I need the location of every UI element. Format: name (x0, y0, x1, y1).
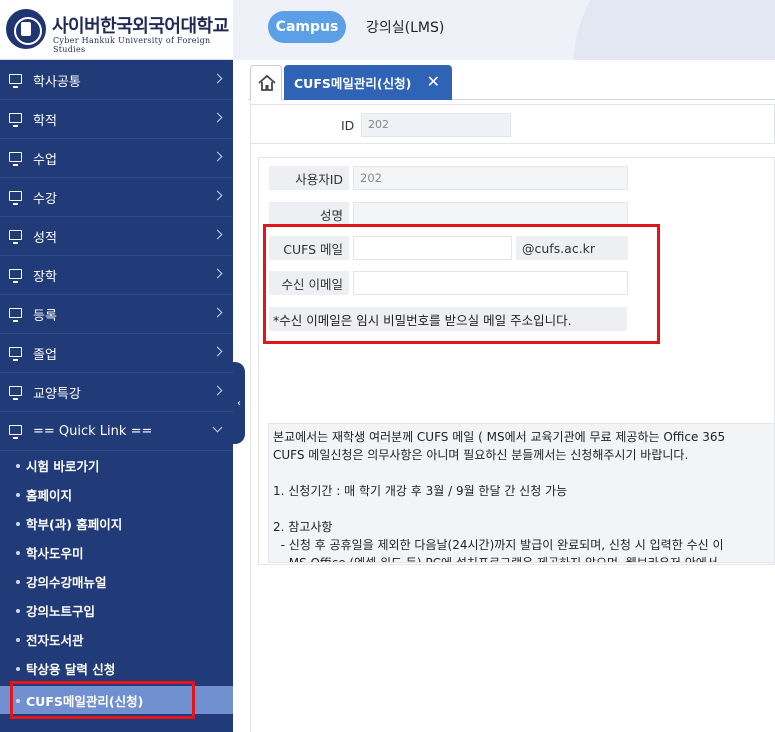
monitor-icon (9, 386, 22, 400)
tab-cufs-mail[interactable]: CUFS메일관리(신청) ✕ (284, 65, 452, 100)
chevron-right-icon (212, 385, 223, 396)
chevron-right-icon (212, 112, 223, 123)
id-label: ID (341, 118, 355, 133)
monitor-icon (9, 152, 22, 166)
chevron-down-icon (212, 422, 223, 433)
info-box: 본교에서는 재학생 여러분께 CUFS 메일 ( MS에서 교육기관에 무료 제… (268, 423, 775, 563)
info-line: 1. 신청기간 : 매 학기 개강 후 3월 / 9월 한달 간 신청 가능 (273, 484, 568, 498)
university-emblem-icon (6, 9, 46, 49)
monitor-icon (9, 347, 22, 361)
quick-link-list: 시험 바로가기 홈페이지 학부(과) 홈페이지 학사도우미 강의수강매뉴얼 강의… (0, 451, 233, 714)
top-header: Campus 강의실(LMS) (233, 0, 775, 60)
close-icon[interactable]: ✕ (427, 72, 440, 91)
quick-link-e-library[interactable]: 전자도서관 (0, 625, 233, 654)
sidebar-item-label: 수업 (33, 152, 57, 168)
chevron-left-icon: ‹ (237, 397, 241, 409)
home-icon (258, 74, 276, 91)
sidebar-collapse-handle[interactable]: ‹ (233, 362, 245, 444)
chevron-right-icon (212, 151, 223, 162)
monitor-icon (9, 230, 22, 244)
sidebar-item-label: 졸업 (33, 347, 57, 363)
highlight-box-sidebar (10, 681, 195, 719)
monitor-icon (9, 113, 22, 127)
monitor-icon (9, 425, 22, 439)
quick-link-desk-calendar[interactable]: 탁상용 달력 신청 (0, 654, 233, 683)
logo-name-kr: 사이버한국외국어대학교 (52, 16, 229, 37)
info-line: - 신청 후 공휴일을 제외한 다음날(24시간)까지 발급이 완료되며, 신청… (273, 538, 724, 552)
info-line (273, 500, 770, 518)
tab-label: CUFS메일관리(신청) (294, 76, 412, 91)
sidebar-item-label: 성적 (33, 230, 57, 246)
info-line: 본교에서는 재학생 여러분께 CUFS 메일 ( MS에서 교육기관에 무료 제… (273, 430, 726, 444)
monitor-icon (9, 269, 22, 283)
id-field: 202 (361, 113, 511, 137)
info-line: - MS Office (엑셀,워드 등) PC에 설치프로그램은 제공하지 않… (273, 556, 718, 563)
user-id-label: 사용자ID (269, 166, 349, 190)
logo[interactable]: 사이버한국외국어대학교 Cyber Hankuk University of F… (0, 0, 233, 60)
highlight-box-form (263, 224, 660, 344)
monitor-icon (9, 191, 22, 205)
quick-link-exam[interactable]: 시험 바로가기 (0, 451, 233, 480)
name-field (353, 202, 628, 226)
quick-link-academic-helper[interactable]: 학사도우미 (0, 538, 233, 567)
chevron-right-icon (212, 307, 223, 318)
home-tab[interactable] (250, 65, 282, 100)
sidebar-item-label: 교양특강 (33, 386, 81, 402)
chevron-right-icon (212, 73, 223, 84)
quick-link-lecture-notes[interactable]: 강의노트구입 (0, 596, 233, 625)
chevron-right-icon (212, 229, 223, 240)
sidebar: 사이버한국외국어대학교 Cyber Hankuk University of F… (0, 0, 233, 732)
chevron-right-icon (212, 268, 223, 279)
sidebar-item-quick-link[interactable]: == Quick Link == (0, 412, 233, 451)
header-decoration (573, 0, 775, 60)
user-id-field: 202 (353, 166, 628, 190)
quick-link-course-manual[interactable]: 강의수강매뉴얼 (0, 567, 233, 596)
info-line (273, 464, 770, 482)
app-root: Campus 강의실(LMS) 사이버한국외국어대학교 Cyber Hankuk… (0, 0, 775, 732)
quick-link-homepage[interactable]: 홈페이지 (0, 480, 233, 509)
sidebar-item-scholarship[interactable]: 장학 (0, 256, 233, 295)
id-panel: ID 202 (250, 104, 775, 144)
info-line: 2. 참고사항 (273, 520, 333, 534)
campus-button[interactable]: Campus (268, 11, 346, 43)
monitor-icon (9, 308, 22, 322)
tab-bar: CUFS메일관리(신청) ✕ (248, 63, 775, 100)
sidebar-item-label: 등록 (33, 308, 57, 324)
sidebar-item-grades[interactable]: 성적 (0, 217, 233, 256)
sidebar-item-liberal-lecture[interactable]: 교양특강 (0, 373, 233, 412)
sidebar-item-enrollment[interactable]: 수강 (0, 178, 233, 217)
sidebar-item-class[interactable]: 수업 (0, 139, 233, 178)
monitor-icon (9, 74, 22, 88)
sidebar-item-graduation[interactable]: 졸업 (0, 334, 233, 373)
sidebar-item-academic-common[interactable]: 학사공통 (0, 61, 233, 100)
lms-link[interactable]: 강의실(LMS) (366, 17, 444, 37)
sidebar-item-registry[interactable]: 학적 (0, 100, 233, 139)
sidebar-item-label: 장학 (33, 269, 57, 285)
logo-name-en: Cyber Hankuk University of Foreign Studi… (53, 36, 211, 54)
sidebar-item-registration[interactable]: 등록 (0, 295, 233, 334)
sidebar-item-label: 학사공통 (33, 74, 81, 90)
name-label: 성명 (269, 202, 349, 226)
sidebar-item-label: 학적 (33, 113, 57, 129)
info-line: CUFS 메일신청은 의무사항은 아니며 필요하신 분들께서는 신청해주시기 바… (273, 448, 689, 462)
sidebar-menu: 학사공통 학적 수업 수강 성적 장학 등록 졸업 교양특강 == Quick … (0, 61, 233, 451)
chevron-right-icon (212, 190, 223, 201)
chevron-right-icon (212, 346, 223, 357)
sidebar-item-label: 수강 (33, 191, 57, 207)
quick-link-dept-homepage[interactable]: 학부(과) 홈페이지 (0, 509, 233, 538)
sidebar-item-label: == Quick Link == (33, 423, 153, 439)
